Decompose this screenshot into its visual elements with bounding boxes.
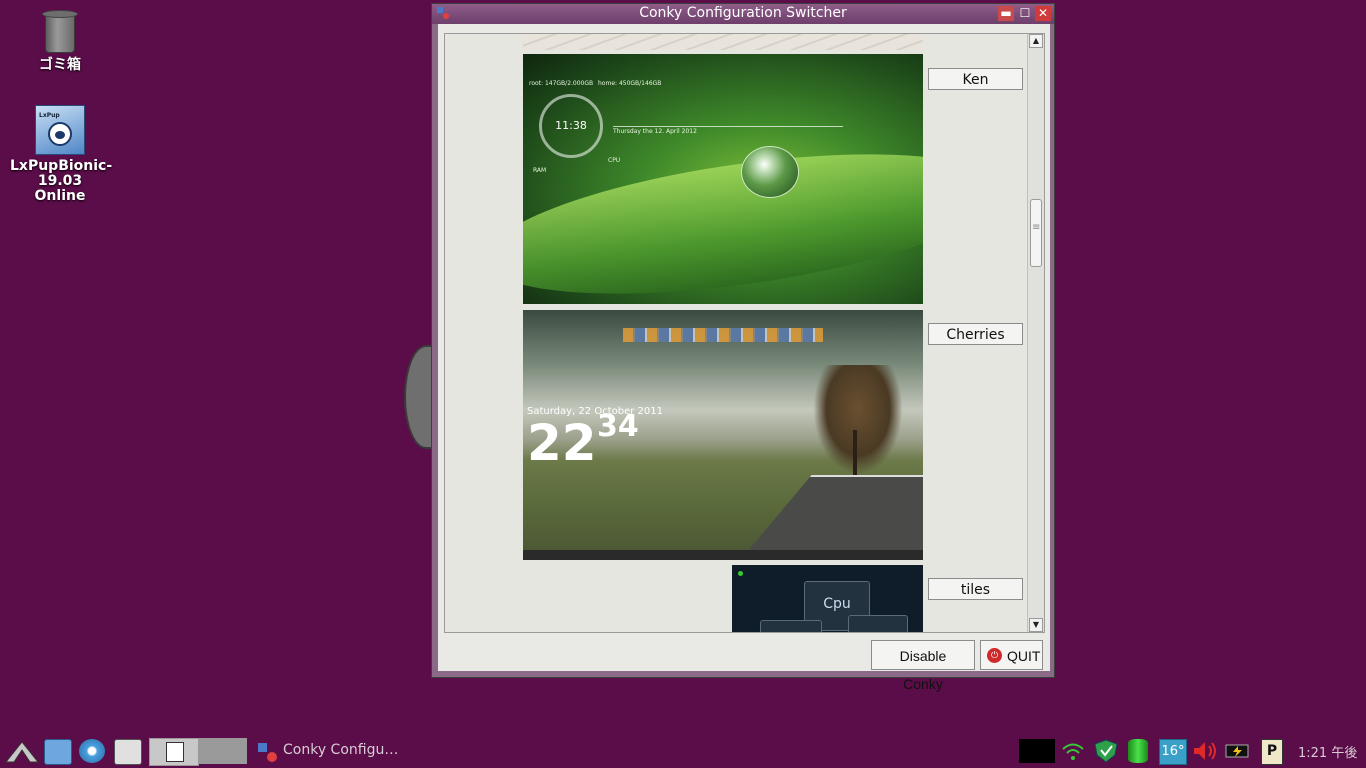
theme-preview-tiles: Cpu [732, 565, 923, 632]
weather-temperature[interactable]: 16° [1159, 739, 1187, 765]
wifi-icon[interactable] [1060, 739, 1086, 763]
vertical-scrollbar[interactable]: ▲ ▼ [1027, 34, 1044, 632]
cherries-hour: 22 [527, 414, 597, 472]
previous-theme-preview [523, 34, 923, 50]
cpu-monitor-graph [1019, 739, 1055, 763]
window-border-right [1050, 24, 1054, 677]
volume-icon[interactable] [1192, 739, 1220, 763]
lxpup-logo-icon: LxPup [35, 105, 85, 155]
water-drop [741, 146, 799, 198]
app-icon [437, 7, 449, 19]
browser-compass-icon[interactable] [79, 739, 105, 763]
window-border-bottom [432, 671, 1054, 677]
window-titlebar[interactable]: Conky Configuration Switcher ▬ ☐ ✕ [432, 4, 1054, 24]
scroll-thumb[interactable] [1030, 199, 1042, 267]
ken-cpu-text: CPU [608, 157, 621, 164]
ken-root-text: root: 147GB/2.000GB [529, 80, 594, 87]
window-border-left [432, 24, 438, 677]
taskbar-task-conky[interactable]: Conky Configu… [283, 742, 398, 758]
clipboard-p-icon[interactable]: P [1261, 739, 1283, 765]
theme-button-tiles[interactable]: tiles [928, 578, 1023, 600]
trash-label: ゴミ箱 [39, 57, 81, 73]
lxpup-label-line2: 19.03 Online [34, 173, 86, 204]
conky-switcher-window: Conky Configuration Switcher ▬ ☐ ✕ 11:38… [431, 3, 1055, 692]
scroll-down-icon[interactable]: ▼ [1029, 618, 1043, 632]
workspace-2[interactable] [199, 738, 247, 764]
window-title: Conky Configuration Switcher [639, 5, 847, 21]
power-icon: ⏻ [987, 648, 1002, 663]
menu-logo-icon[interactable] [4, 738, 40, 764]
lxpup-label-line1: LxPupBionic- [10, 158, 113, 174]
quit-button[interactable]: ⏻ QUIT [980, 640, 1043, 670]
minimize-button[interactable]: ▬ [998, 6, 1014, 21]
conky-task-icon [258, 743, 277, 762]
ken-home-text: home: 450GB/146GB [598, 80, 662, 87]
file-manager-icon[interactable] [44, 739, 72, 765]
taskbar-clock[interactable]: 1:21 午後 [1298, 742, 1357, 761]
lxpup-desktop-icon[interactable]: LxPup LxPupBionic- 19.03 Online [10, 105, 113, 204]
ken-ram-text: RAM [533, 167, 547, 174]
theme-preview-cherries: Saturday, 22 October 2011 22 34 [523, 310, 923, 560]
workspace-1[interactable] [149, 738, 199, 766]
theme-list-scrollpane[interactable]: 11:38 root: 147GB/2.000GB home: 450GB/14… [444, 33, 1045, 633]
disable-conky-button[interactable]: Disable Conky [871, 640, 975, 692]
quit-label: QUIT [1007, 648, 1041, 664]
cherries-dock [623, 328, 823, 342]
cherries-minute: 34 [597, 409, 639, 444]
maximize-button[interactable]: ☐ [1017, 6, 1033, 21]
theme-button-ken[interactable]: Ken [928, 68, 1023, 90]
power-battery-icon[interactable] [1224, 739, 1252, 763]
ken-date-text: Thursday the 12. April 2012 [613, 128, 697, 135]
shield-icon[interactable] [1093, 739, 1119, 763]
show-windows-icon[interactable] [114, 739, 142, 765]
drive-icon[interactable] [1128, 739, 1148, 763]
ken-clock: 11:38 [539, 94, 603, 158]
taskbar: Conky Configu… 16° P 1:21 午後 [0, 734, 1366, 768]
lxpup-logo-tag: LxPup [39, 112, 60, 119]
trash-desktop-icon[interactable]: ゴミ箱 [10, 10, 110, 73]
theme-button-cherries[interactable]: Cherries [928, 323, 1023, 345]
scroll-up-icon[interactable]: ▲ [1029, 34, 1043, 48]
theme-preview-ken: 11:38 root: 147GB/2.000GB home: 450GB/14… [523, 54, 923, 304]
close-button[interactable]: ✕ [1035, 6, 1051, 21]
trash-icon [42, 10, 78, 54]
